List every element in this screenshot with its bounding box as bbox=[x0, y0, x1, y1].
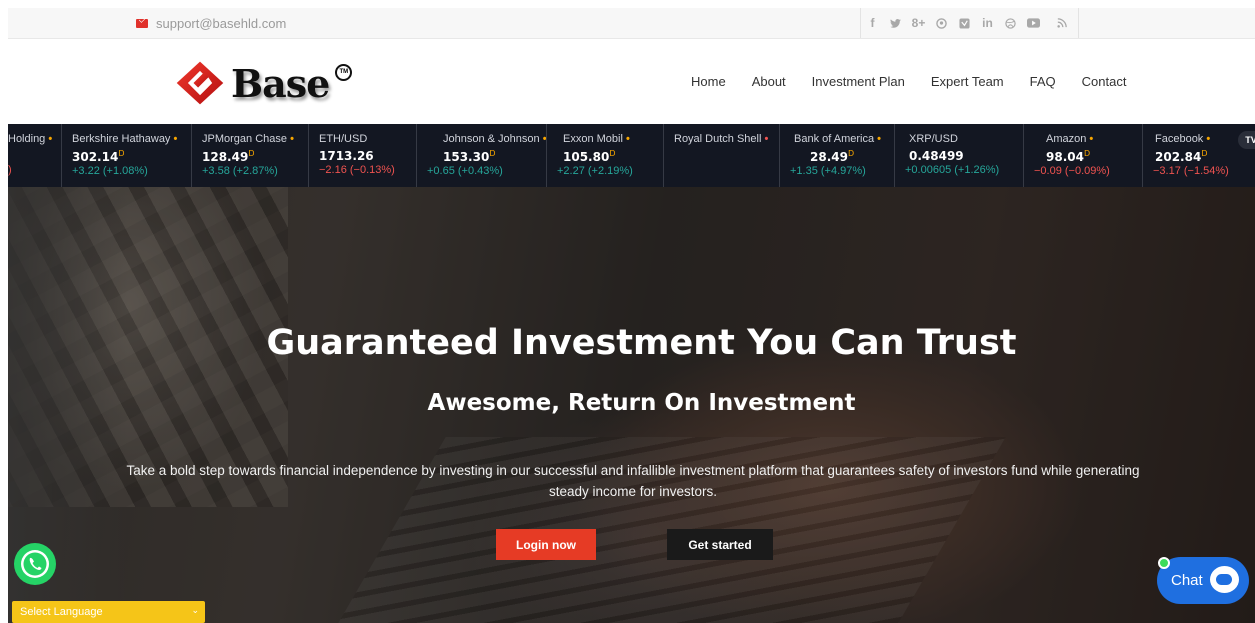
google-plus-icon[interactable]: 8+ bbox=[907, 8, 930, 38]
ticker-price: 302.14 bbox=[72, 150, 119, 164]
ticker-price: 0.48499 bbox=[909, 149, 964, 163]
ticker-delay-mark: D bbox=[1201, 149, 1208, 158]
vimeo-icon[interactable] bbox=[953, 8, 976, 38]
chat-bubble-icon bbox=[1210, 566, 1239, 593]
dribbble-icon[interactable] bbox=[999, 8, 1022, 38]
ticker-name: Exxon Mobil bbox=[563, 133, 623, 145]
ticker-price: 105.80 bbox=[563, 150, 610, 164]
ticker-change: +0.00605 (+1.26%) bbox=[905, 164, 1000, 176]
whatsapp-icon[interactable] bbox=[14, 543, 56, 585]
ticker-item[interactable]: ETH/USD 1713.26 −2.16 (−0.13%) bbox=[308, 124, 395, 187]
ticker-name: ETH/USD bbox=[319, 133, 368, 145]
ticker-change: +3.58 (+2.87%) bbox=[202, 165, 278, 177]
ticker-item[interactable]: Johnson & Johnson • 153.30D +0.65 (+0.43… bbox=[416, 124, 547, 187]
ticker-dot: • bbox=[1089, 133, 1094, 145]
ticker-change: +3.22 (+1.08%) bbox=[72, 165, 148, 177]
ticker-name: Facebook bbox=[1155, 133, 1204, 145]
ticker-delay-mark: D bbox=[1083, 149, 1091, 158]
ticker-price: 98.04 bbox=[1046, 150, 1084, 164]
ticker-change: −2.16 (−0.13%) bbox=[319, 164, 395, 176]
ticker-item[interactable]: JPMorgan Chase • 128.49D +3.58 (+2.87%) bbox=[191, 124, 294, 187]
whatsapp-glyph-icon bbox=[21, 550, 49, 578]
support-email[interactable]: support@basehld.com bbox=[136, 16, 286, 31]
linkedin-icon[interactable]: in bbox=[976, 8, 999, 38]
ticker-change: +1.35 (+4.97%) bbox=[790, 165, 866, 177]
ticker-item[interactable]: Amazon • 98.04D −0.09 (−0.09%) bbox=[1023, 124, 1110, 187]
language-select[interactable]: Select Language ⌄ bbox=[12, 601, 205, 623]
ticker-dot: • bbox=[625, 133, 630, 145]
ticker-price: 153.30 bbox=[443, 150, 490, 164]
nav-investment-plan[interactable]: Investment Plan bbox=[812, 74, 905, 89]
ticker-delay-mark: D bbox=[118, 149, 125, 158]
ticker-dot: • bbox=[1206, 133, 1211, 145]
ticker-dot: • bbox=[764, 133, 769, 145]
hero-title: Guaranteed Investment You Can Trust bbox=[266, 323, 1017, 363]
ticker-item[interactable]: Royal Dutch Shell • bbox=[663, 124, 768, 187]
email-text: support@basehld.com bbox=[156, 16, 287, 31]
site-header: Base TM Home About Investment Plan Exper… bbox=[8, 40, 1255, 124]
hero-description: Take a bold step towards financial indep… bbox=[126, 463, 1140, 499]
ticker-dot: • bbox=[290, 133, 294, 145]
language-select-label: Select Language bbox=[20, 606, 103, 618]
facebook-icon[interactable]: f bbox=[861, 8, 884, 38]
ticker-delay-mark: D bbox=[847, 149, 855, 158]
top-bar: support@basehld.com f 8+ in bbox=[8, 8, 1255, 39]
ticker-delay-mark: D bbox=[609, 149, 616, 158]
ticker-item[interactable]: XRP/USD 0.48499 +0.00605 (+1.26%) bbox=[894, 124, 999, 187]
ticker-change: ) bbox=[8, 164, 12, 176]
online-status-dot bbox=[1158, 557, 1170, 569]
ticker-item[interactable]: Berkshire Hathaway • 302.14D +3.22 (+1.0… bbox=[61, 124, 177, 187]
ticker-change: −3.17 (−1.54%) bbox=[1153, 165, 1229, 177]
nav-about[interactable]: About bbox=[752, 74, 786, 89]
ticker-dot: • bbox=[173, 133, 178, 145]
ticker-item[interactable]: Bank of America • 28.49D +1.35 (+4.97%) bbox=[779, 124, 881, 187]
nav-contact[interactable]: Contact bbox=[1082, 74, 1127, 89]
login-button[interactable]: Login now bbox=[496, 529, 596, 560]
hero-subtitle: Awesome, Return On Investment bbox=[427, 390, 856, 416]
logo-diamond-icon bbox=[176, 61, 224, 105]
ticker-price: 128.49 bbox=[202, 150, 249, 164]
pinterest-icon[interactable] bbox=[930, 8, 953, 38]
ticker-price: 28.49 bbox=[810, 150, 848, 164]
nav-faq[interactable]: FAQ bbox=[1030, 74, 1056, 89]
social-links: f 8+ in bbox=[860, 8, 1079, 38]
ticker-item[interactable]: Facebook • 202.84D −3.17 (−1.54%) bbox=[1142, 124, 1229, 187]
ticker-name: Amazon bbox=[1046, 133, 1087, 145]
ticker-name: Bank of America bbox=[794, 133, 875, 145]
ticker-change: +0.65 (+0.43%) bbox=[427, 165, 503, 177]
chevron-down-icon: ⌄ bbox=[191, 605, 199, 615]
ticker-delay-mark: D bbox=[248, 149, 255, 158]
ticker-name: JPMorgan Chase bbox=[202, 133, 287, 145]
ticker-name: Berkshire Hathaway bbox=[72, 133, 171, 145]
nav-home[interactable]: Home bbox=[691, 74, 726, 89]
hero-section: Guaranteed Investment You Can Trust Awes… bbox=[8, 187, 1255, 623]
ticker-change: +2.27 (+2.19%) bbox=[557, 165, 633, 177]
ticker-change: −0.09 (−0.09%) bbox=[1034, 165, 1110, 177]
ticker-name: Holding bbox=[8, 133, 46, 145]
stock-ticker: Holding • ) Berkshire Hathaway • 302.14D… bbox=[8, 124, 1255, 187]
chat-button[interactable]: Chat bbox=[1157, 557, 1249, 604]
logo-text: Base bbox=[231, 60, 330, 106]
youtube-icon[interactable] bbox=[1022, 8, 1045, 38]
logo[interactable]: Base TM bbox=[173, 56, 353, 110]
trademark-badge: TM bbox=[335, 63, 353, 81]
get-started-button[interactable]: Get started bbox=[667, 529, 773, 560]
ticker-item[interactable]: Holding • ) bbox=[8, 124, 52, 187]
nav-expert-team[interactable]: Expert Team bbox=[931, 74, 1004, 89]
chat-label: Chat bbox=[1171, 572, 1203, 589]
tradingview-logo-icon[interactable]: TV bbox=[1238, 131, 1255, 149]
ticker-name: XRP/USD bbox=[909, 133, 958, 145]
twitter-icon[interactable] bbox=[884, 8, 907, 38]
ticker-item[interactable]: Exxon Mobil • 105.80D +2.27 (+2.19%) bbox=[546, 124, 633, 187]
ticker-name: Johnson & Johnson bbox=[443, 133, 540, 145]
main-nav: Home About Investment Plan Expert Team F… bbox=[691, 74, 1152, 89]
ticker-price: 1713.26 bbox=[319, 149, 374, 163]
ticker-delay-mark: D bbox=[489, 149, 496, 158]
rss-icon[interactable] bbox=[1045, 8, 1079, 38]
ticker-dot: • bbox=[877, 133, 882, 145]
envelope-icon bbox=[136, 19, 148, 28]
ticker-name: Royal Dutch Shell bbox=[674, 133, 762, 145]
ticker-dot: • bbox=[48, 133, 53, 145]
ticker-price: 202.84 bbox=[1155, 150, 1202, 164]
